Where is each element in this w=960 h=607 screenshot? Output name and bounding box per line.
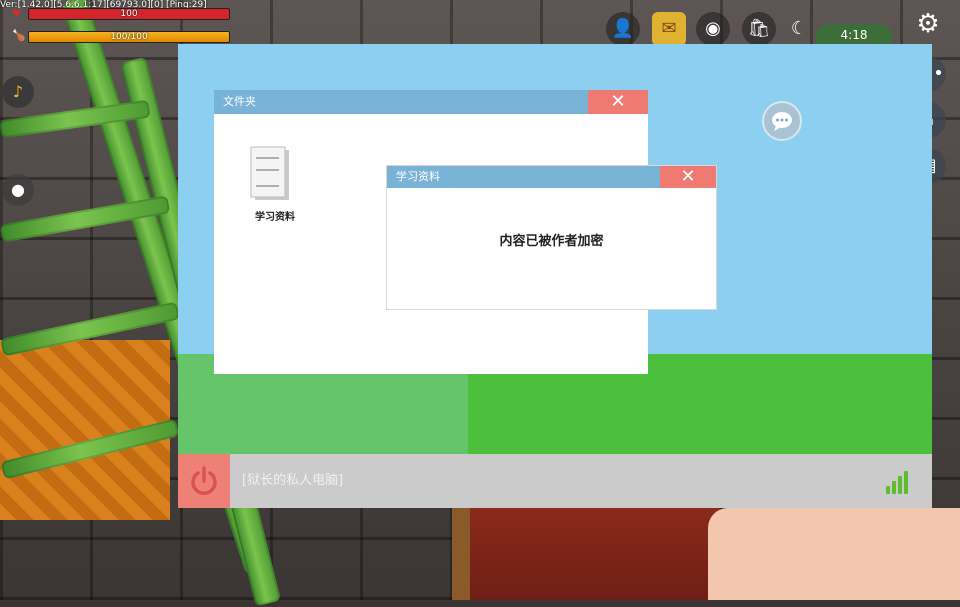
signal-bar [898, 476, 902, 494]
player-hand [708, 508, 960, 600]
close-icon: ✕ [610, 91, 626, 112]
chat-button[interactable] [762, 101, 802, 141]
encrypted-message: 内容已被作者加密 [499, 234, 604, 249]
red-carpet-floor [470, 508, 720, 600]
hunger-bar: 100/100 [28, 31, 230, 43]
folder-close-button[interactable]: ✕ [588, 90, 648, 114]
signal-bar [904, 471, 908, 494]
record-icon: ● [11, 180, 25, 199]
close-icon: ✕ [680, 166, 696, 187]
document-window-title: 学习资料 [387, 166, 660, 188]
heart-icon: ❤ [12, 7, 22, 20]
taskbar: [狱长的私人电脑] [178, 454, 932, 508]
computer-screen: 文件夹 ✕ 学习资料 学习资料 ✕ 内容已被作者加密 [狱长的私人电脑] [178, 44, 932, 508]
document-icon [250, 146, 289, 200]
shop-bag-icon: 🛍 [747, 18, 771, 39]
record-button[interactable]: ● [2, 174, 34, 206]
document-window: 学习资料 ✕ 内容已被作者加密 [387, 166, 716, 309]
music-icon: ♪ [12, 82, 24, 101]
power-icon [191, 466, 217, 495]
folder-window-title: 文件夹 [214, 90, 588, 114]
drumstick-icon: 🍗 [12, 29, 26, 42]
add-friend-button[interactable]: 👤 [606, 12, 640, 46]
chat-bubble-icon [772, 112, 792, 131]
settings-button[interactable]: ⚙ [910, 6, 946, 42]
signal-bar [892, 481, 896, 494]
camera-icon: ◉ [705, 18, 721, 39]
file-label[interactable]: 学习资料 [234, 208, 316, 223]
mail-icon: ✉ [661, 18, 677, 39]
music-button[interactable]: ♪ [2, 76, 34, 108]
mail-button[interactable]: ✉ [652, 12, 686, 46]
computer-name: [狱长的私人电脑] [242, 473, 344, 488]
shop-button[interactable]: 🛍 [742, 12, 776, 46]
moon-icon: ☾ [790, 18, 808, 39]
document-close-button[interactable]: ✕ [660, 166, 716, 188]
power-button[interactable] [178, 454, 230, 508]
game-clock: 4:18 [816, 24, 892, 46]
health-bar: 100 [28, 8, 230, 20]
document-file-icon[interactable] [249, 146, 291, 202]
night-mode-button[interactable]: ☾ [782, 12, 816, 46]
settings-icon: ⚙ [916, 9, 940, 39]
add-friend-icon: 👤 [611, 18, 635, 39]
camera-button[interactable]: ◉ [696, 12, 730, 46]
signal-strength-icon [886, 470, 914, 494]
signal-bar [886, 486, 890, 494]
